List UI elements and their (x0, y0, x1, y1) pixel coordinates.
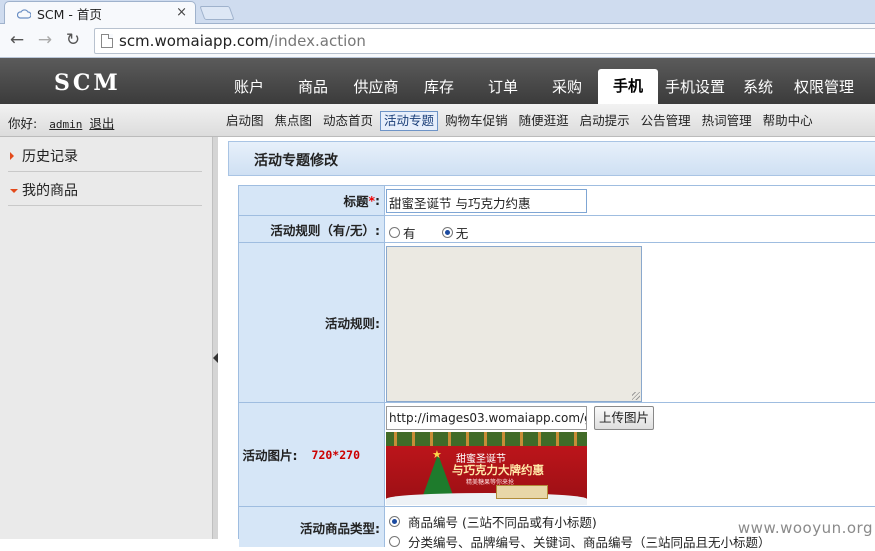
scm-logo: SCM (54, 70, 121, 96)
collapse-arrow-icon (10, 189, 18, 193)
sub-nav-item[interactable]: 公告管理 (637, 111, 695, 131)
rules-label: 活动规则: (239, 243, 385, 402)
radio-label-has: 有 (403, 226, 416, 241)
banner-garland (386, 432, 587, 446)
form-row-title: 标题*: 甜蜜圣诞节 与巧克力约惠 (239, 186, 875, 216)
product-type-option-category[interactable]: 分类编号、品牌编号、关键词、商品编号（三站同品且无小标题） (389, 532, 771, 551)
main-nav-item[interactable]: 账户 (216, 58, 282, 104)
content-gutter (218, 137, 228, 539)
username-link[interactable]: admin (49, 118, 82, 131)
activity-banner-image: ★ 甜蜜圣诞节 与巧克力大牌约惠 精美糖果等你来抢 (386, 432, 587, 505)
product-type-option-sku[interactable]: 商品编号 (三站不同品或有小标题) (389, 512, 597, 531)
sidebar-item-history[interactable]: 历史记录 (8, 142, 202, 172)
watermark: www.wooyun.org (738, 519, 873, 537)
sub-nav-bar: 你好: admin 退出 启动图焦点图动态首页活动专题购物车促销随便逛逛启动提示… (0, 104, 875, 137)
greeting-label: 你好: (8, 116, 37, 131)
radio-has-rules[interactable] (389, 227, 400, 238)
sub-nav-item[interactable]: 启动提示 (576, 111, 634, 131)
image-url-input[interactable]: http://images03.womaiapp.com/g/97 (386, 406, 587, 430)
url-path: /index.action (269, 32, 366, 50)
edit-form: 标题*: 甜蜜圣诞节 与巧克力约惠 活动规则（有/无）: 有 无 活动规则: 活… (238, 185, 875, 539)
tab-title: SCM - 首页 (37, 4, 102, 23)
sub-nav-item[interactable]: 随便逛逛 (515, 111, 573, 131)
title-colon: : (375, 193, 380, 208)
sidebar-item-label: 我的商品 (22, 183, 78, 199)
address-bar[interactable]: scm.womaiapp.com/index.action (94, 28, 875, 54)
browser-toolbar: ← → ↻ scm.womaiapp.com/index.action (0, 24, 875, 58)
rule-flag-label: 活动规则（有/无）: (239, 216, 385, 242)
logout-link[interactable]: 退出 (89, 116, 114, 131)
main-nav-item[interactable]: 手机设置 (658, 58, 732, 104)
sub-nav-item[interactable]: 焦点图 (271, 111, 317, 131)
main-nav-item[interactable]: 订单 (470, 58, 536, 104)
sidebar-item-label: 历史记录 (22, 149, 78, 165)
main-nav-item[interactable]: 商品 (282, 58, 344, 104)
banner-snow (386, 493, 587, 505)
user-greeting: 你好: admin 退出 (8, 113, 114, 132)
sub-nav-item[interactable]: 热词管理 (698, 111, 756, 131)
sidebar-item-my-products[interactable]: 我的商品 (8, 176, 202, 206)
radio-label-none: 无 (456, 226, 469, 241)
sub-nav: 启动图焦点图动态首页活动专题购物车促销随便逛逛启动提示公告管理热词管理帮助中心 (222, 111, 820, 131)
title-label-text: 标题 (343, 191, 368, 210)
app-header: SCM 账户商品供应商库存订单采购手机CMS手机设置系统权限管理 (0, 58, 875, 104)
star-icon: ★ (432, 448, 442, 461)
main-nav-item[interactable]: 系统 (732, 58, 784, 104)
forward-arrow-icon[interactable]: → (34, 29, 56, 51)
resize-grip-icon[interactable] (632, 392, 640, 400)
main-nav-item[interactable]: 手机CMS (598, 69, 658, 104)
radio-type-sku[interactable] (389, 516, 400, 527)
banner-text-2: 与巧克力大牌约惠 (452, 462, 544, 478)
url-host: scm.womaiapp.com (119, 32, 269, 50)
form-row-rule-flag: 活动规则（有/无）: 有 无 (239, 216, 875, 243)
rules-textarea[interactable] (386, 246, 642, 402)
rule-flag-cell: 有 无 (385, 216, 468, 242)
upload-image-button[interactable]: 上传图片 (594, 406, 654, 430)
sub-nav-item[interactable]: 启动图 (222, 111, 268, 131)
type-option-label: 分类编号、品牌编号、关键词、商品编号（三站同品且无小标题） (408, 535, 771, 550)
image-size-hint: 720*270 (312, 448, 360, 462)
panel-header: 活动专题修改 (228, 141, 875, 176)
image-label-text: 活动图片: (243, 445, 298, 464)
title-input[interactable]: 甜蜜圣诞节 与巧克力约惠 (386, 189, 587, 213)
expand-arrow-icon (10, 152, 14, 160)
sidebar: 历史记录 我的商品 (0, 137, 212, 539)
new-tab-button[interactable] (199, 6, 234, 20)
main-nav-item[interactable]: 权限管理 (784, 58, 864, 104)
title-label: 标题*: (239, 186, 385, 215)
page-title: 活动专题修改 (254, 150, 338, 170)
form-row-rules: 活动规则: (239, 243, 875, 403)
sub-nav-item[interactable]: 购物车促销 (441, 111, 512, 131)
product-type-label: 活动商品类型: (239, 507, 385, 547)
sub-nav-item[interactable]: 动态首页 (319, 111, 377, 131)
radio-type-category[interactable] (389, 536, 400, 547)
page-icon (101, 34, 113, 48)
close-tab-icon[interactable]: × (176, 5, 187, 20)
back-arrow-icon[interactable]: ← (6, 29, 28, 51)
main-nav-item[interactable]: 库存 (408, 58, 470, 104)
cloud-icon (17, 9, 31, 19)
sub-nav-item[interactable]: 活动专题 (380, 111, 438, 131)
main-nav-item[interactable]: 供应商 (344, 58, 408, 104)
sub-nav-item[interactable]: 帮助中心 (759, 111, 817, 131)
radio-no-rules[interactable] (442, 227, 453, 238)
main-nav: 账户商品供应商库存订单采购手机CMS手机设置系统权限管理 (216, 58, 864, 104)
browser-tab[interactable]: SCM - 首页 × (4, 1, 196, 25)
main-nav-item[interactable]: 采购 (536, 58, 598, 104)
type-option-label: 商品编号 (三站不同品或有小标题) (408, 515, 597, 530)
image-label: 活动图片: 720*270 (239, 403, 385, 506)
browser-tab-strip: SCM - 首页 × (0, 0, 875, 24)
reload-icon[interactable]: ↻ (62, 29, 84, 51)
gift-box-icon (496, 485, 548, 499)
form-row-image: 活动图片: 720*270 http://images03.womaiapp.co… (239, 403, 875, 507)
